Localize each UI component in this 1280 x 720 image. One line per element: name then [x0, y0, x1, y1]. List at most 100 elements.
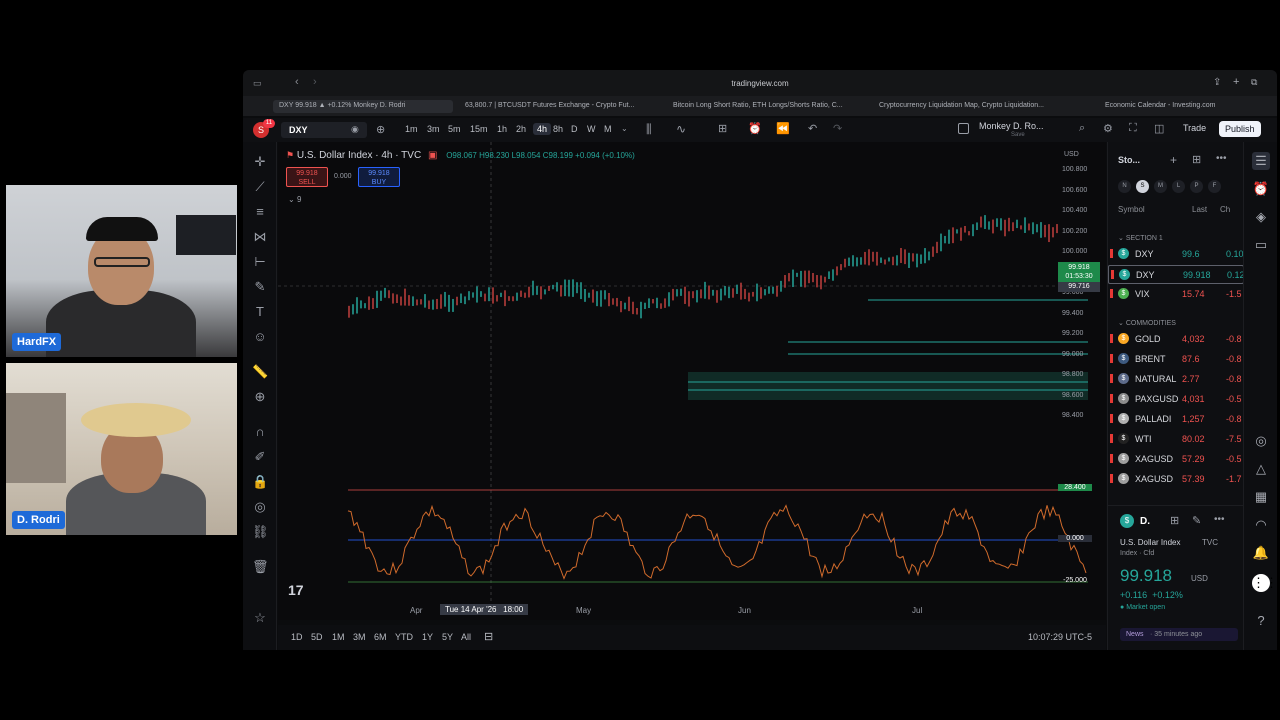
browser-tab[interactable]: Cryptocurrency Liquidation Map, Crypto L…	[873, 100, 1073, 113]
watchlist-row[interactable]: $ VIX 15.74 -1.5	[1108, 285, 1244, 304]
watchlist-row[interactable]: $ DXY 99.6 0.10	[1108, 245, 1244, 264]
interval-d[interactable]: D	[571, 124, 578, 134]
range-1d[interactable]: 1D	[291, 632, 303, 642]
zoom-icon[interactable]: ⊕	[252, 389, 268, 405]
pattern-icon[interactable]: ⋈	[252, 229, 268, 245]
sell-button[interactable]: 99.918 SELL	[286, 167, 328, 187]
notifications-icon[interactable]: 🔔	[1252, 544, 1270, 562]
ideas-icon[interactable]: △	[1252, 460, 1270, 478]
currency-label[interactable]: USD	[1064, 151, 1079, 158]
legend-title[interactable]: U.S. Dollar Index · 4h · TVC	[297, 150, 421, 161]
apps-icon[interactable]: ⋮⋮	[1252, 574, 1277, 592]
calendar-icon[interactable]: ▦	[1252, 488, 1270, 506]
watchlist-layout-icon[interactable]: ⊞	[1192, 153, 1201, 166]
interval-dropdown-icon[interactable]: ⌄	[621, 124, 628, 133]
add-symbol-icon[interactable]: +	[1170, 153, 1177, 167]
templates-icon[interactable]: ⊞	[718, 122, 727, 135]
interval-w[interactable]: W	[587, 124, 596, 134]
clock-label[interactable]: 10:07:29 UTC-5	[1028, 632, 1092, 642]
range-6m[interactable]: 6M	[374, 632, 387, 642]
trend-line-icon[interactable]: ⟋	[252, 179, 268, 195]
watchlist-row[interactable]: $ NATURAL 2.77 -0.8	[1108, 370, 1244, 389]
interval-m[interactable]: M	[604, 124, 612, 134]
forecast-icon[interactable]: ⊢	[252, 254, 268, 270]
column-symbol[interactable]: Symbol	[1118, 205, 1145, 214]
new-tab-icon[interactable]: +	[1233, 76, 1239, 88]
more-options-icon[interactable]: •••	[1216, 153, 1227, 164]
compare-add-icon[interactable]: ⊕	[376, 123, 385, 136]
filter-chip[interactable]: N	[1118, 180, 1131, 193]
undo-icon[interactable]: ↶	[808, 122, 817, 135]
filter-chip[interactable]: L	[1172, 180, 1185, 193]
tradingview-logo-icon[interactable]: 17	[288, 582, 304, 598]
browser-tab[interactable]: Economic Calendar - Investing.com	[1099, 100, 1269, 113]
watchlist-row[interactable]: $ DXY 99.918 0.12	[1108, 265, 1245, 284]
watchlist-row[interactable]: $ PALLADI 1,257 -0.8	[1108, 410, 1244, 429]
target-icon[interactable]: ◎	[1252, 432, 1270, 450]
buy-button[interactable]: 99.918 BUY	[358, 167, 400, 187]
candles-icon[interactable]: ⫼	[646, 122, 652, 137]
range-5y[interactable]: 5Y	[442, 632, 453, 642]
watchlist-row[interactable]: $ GOLD 4,032 -0.8	[1108, 330, 1244, 349]
trash-icon[interactable]: 🗑	[252, 559, 269, 575]
details-short[interactable]: D.	[1140, 516, 1150, 527]
filter-chip[interactable]: P	[1190, 180, 1203, 193]
fib-icon[interactable]: ≡	[252, 204, 268, 220]
indicator-count[interactable]: ⌄ 9	[288, 195, 301, 204]
details-grid-icon[interactable]: ⊞	[1170, 514, 1179, 527]
text-icon[interactable]: T	[252, 304, 268, 320]
replay-icon[interactable]: ⏪	[776, 122, 790, 135]
publish-button[interactable]: Publish	[1219, 121, 1261, 137]
layout-name[interactable]: Monkey D. Ro...	[979, 121, 1044, 131]
time-axis[interactable]: Apr May Jun Jul Tue 14 Apr '26 18:00	[278, 602, 1058, 620]
watchlist-row[interactable]: $ XAGUSD 57.39 -1.7	[1108, 470, 1244, 489]
brush-icon[interactable]: ✎	[252, 279, 268, 295]
range-ytd[interactable]: YTD	[395, 632, 413, 642]
search-icon[interactable]: ⌕	[1079, 122, 1085, 135]
edit-icon[interactable]: ✎	[1192, 514, 1201, 527]
interval-8h[interactable]: 8h	[553, 124, 563, 134]
watchlist-icon[interactable]: ☰	[1252, 152, 1270, 170]
column-change[interactable]: Ch	[1220, 205, 1230, 214]
watchlist-title[interactable]: Sto...	[1118, 155, 1140, 165]
interval-1h[interactable]: 1h	[497, 124, 507, 134]
indicators-icon[interactable]: ∿	[676, 122, 686, 136]
fullscreen-icon[interactable]: ⛶	[1129, 122, 1137, 135]
interval-15m[interactable]: 15m	[470, 124, 488, 134]
share-icon[interactable]: ⇪	[1213, 77, 1221, 88]
range-all[interactable]: All	[461, 632, 471, 642]
layout-icon[interactable]	[958, 123, 969, 134]
layers-icon[interactable]: ◈	[1252, 208, 1270, 226]
redo-icon[interactable]: ↷	[833, 122, 842, 135]
address-bar[interactable]: tradingview.com	[243, 79, 1277, 88]
help-icon[interactable]: ?	[1252, 612, 1270, 630]
interval-4h[interactable]: 4h	[533, 123, 552, 135]
range-1y[interactable]: 1Y	[422, 632, 433, 642]
lock-icon[interactable]: 🔒	[252, 474, 268, 490]
price-scale[interactable]: USD 100.800 100.600 100.400 100.200 100.000 9…	[1058, 142, 1106, 620]
chart-pane[interactable]: ⚑ U.S. Dollar Index · 4h · TVC ▣ O98.067…	[278, 142, 1106, 620]
filter-chip[interactable]: F	[1208, 180, 1221, 193]
watchlist-row[interactable]: $ PAXGUSD 4,031 -0.5	[1108, 390, 1244, 409]
range-5d[interactable]: 5D	[311, 632, 323, 642]
details-name[interactable]: U.S. Dollar Index	[1120, 538, 1180, 547]
filter-chip[interactable]: S	[1136, 180, 1149, 193]
interval-1m[interactable]: 1m	[405, 124, 418, 134]
ruler-icon[interactable]: 📏	[252, 364, 268, 380]
symbol-search[interactable]: DXY ◉	[281, 122, 367, 138]
interval-2h[interactable]: 2h	[516, 124, 526, 134]
eye-icon[interactable]: ◎	[252, 499, 268, 515]
alerts-icon[interactable]: ⏰	[1252, 180, 1270, 198]
chat-icon[interactable]: ▭	[1252, 236, 1270, 254]
range-1m[interactable]: 1M	[332, 632, 345, 642]
alert-icon[interactable]: ⏰	[748, 122, 762, 135]
feed-icon[interactable]: ◠	[1252, 516, 1270, 534]
details-more-icon[interactable]: •••	[1214, 514, 1225, 525]
interval-3m[interactable]: 3m	[427, 124, 440, 134]
link-icon[interactable]: ⛓	[252, 524, 269, 540]
settings-icon[interactable]: ⚙	[1103, 122, 1113, 135]
star-icon[interactable]: ☆	[252, 610, 268, 626]
browser-tab[interactable]: Bitcoin Long Short Ratio, ETH Longs/Shor…	[667, 100, 867, 113]
browser-tab[interactable]: 63,800.7 | BTCUSDT Futures Exchange - Cr…	[459, 100, 659, 113]
watchlist-row[interactable]: $ XAGUSD 57.29 -0.5	[1108, 450, 1244, 469]
